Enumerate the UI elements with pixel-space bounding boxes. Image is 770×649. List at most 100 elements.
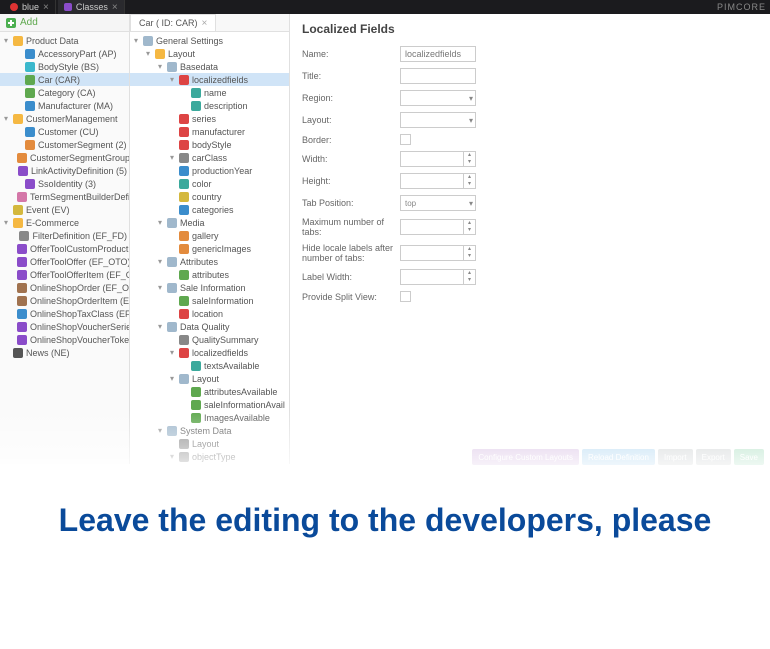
close-icon[interactable]: × xyxy=(202,18,208,29)
tree-row[interactable]: Manufacturer (MA) xyxy=(0,99,129,112)
expander-icon[interactable] xyxy=(168,128,176,136)
expander-icon[interactable] xyxy=(14,128,22,136)
close-icon[interactable]: × xyxy=(112,2,118,13)
expander-icon[interactable]: ▾ xyxy=(156,323,164,331)
expander-icon[interactable]: ▾ xyxy=(168,375,176,383)
expander-icon[interactable]: ▾ xyxy=(132,37,140,45)
region-combo[interactable] xyxy=(400,90,476,106)
tree-row[interactable]: OfferToolCustomProduct (E xyxy=(0,242,129,255)
expander-icon[interactable]: ▾ xyxy=(168,154,176,162)
tree-row[interactable]: attributes xyxy=(130,268,289,281)
tree-row[interactable]: ▾CustomerManagement xyxy=(0,112,129,125)
tree-row[interactable]: OfferToolOffer (EF_OTO) xyxy=(0,255,129,268)
expander-icon[interactable] xyxy=(180,388,188,396)
chevron-up-icon[interactable]: ▴ xyxy=(464,270,475,277)
tree-row[interactable]: Event (EV) xyxy=(0,203,129,216)
expander-icon[interactable]: ▾ xyxy=(2,115,10,123)
expander-icon[interactable] xyxy=(14,102,22,110)
tree-row[interactable]: CustomerSegment (2) xyxy=(0,138,129,151)
import-button[interactable]: Import xyxy=(658,449,693,465)
tree-row[interactable]: name xyxy=(130,86,289,99)
expander-icon[interactable]: ▾ xyxy=(168,453,176,461)
tree-row[interactable]: country xyxy=(130,190,289,203)
tree-row[interactable]: TermSegmentBuilderDefini xyxy=(0,190,129,203)
configure-layouts-button[interactable]: Configure Custom Layouts xyxy=(472,449,579,465)
expander-icon[interactable] xyxy=(2,206,10,214)
name-input[interactable] xyxy=(400,46,476,62)
tree-row[interactable]: productionYear xyxy=(130,164,289,177)
expander-icon[interactable] xyxy=(168,271,176,279)
expander-icon[interactable] xyxy=(168,310,176,318)
tree-row[interactable]: News (NE) xyxy=(0,346,129,359)
tree-row[interactable]: ▾Basedata xyxy=(130,60,289,73)
tree-row[interactable]: ▾Layout xyxy=(130,47,289,60)
expander-icon[interactable] xyxy=(14,63,22,71)
tree-row[interactable]: OnlineShopVoucherToken ( xyxy=(0,333,129,346)
expander-icon[interactable] xyxy=(14,141,22,149)
expander-icon[interactable] xyxy=(14,232,16,240)
tree-row[interactable]: AccessoryPart (AP) xyxy=(0,47,129,60)
tab-blue[interactable]: blue × xyxy=(4,0,56,14)
structure-tree[interactable]: ▾General Settings▾Layout▾Basedata▾locali… xyxy=(130,32,289,464)
reload-button[interactable]: Reload Definition xyxy=(582,449,655,465)
tree-row[interactable]: OfferToolOfferItem (EF_OT xyxy=(0,268,129,281)
expander-icon[interactable] xyxy=(180,401,188,409)
tree-row[interactable]: ▾System Data xyxy=(130,424,289,437)
expander-icon[interactable]: ▾ xyxy=(2,219,10,227)
expander-icon[interactable]: ▾ xyxy=(144,50,152,58)
tree-row[interactable]: description xyxy=(130,99,289,112)
expander-icon[interactable] xyxy=(168,167,176,175)
labelwidth-spinner[interactable]: ▴▾ xyxy=(400,269,476,285)
tree-row[interactable]: saleInformation xyxy=(130,294,289,307)
expander-icon[interactable]: ▾ xyxy=(156,258,164,266)
expander-icon[interactable] xyxy=(168,440,176,448)
chevron-up-icon[interactable]: ▴ xyxy=(464,220,475,227)
chevron-down-icon[interactable]: ▾ xyxy=(464,253,475,260)
tree-row[interactable]: Car (CAR) xyxy=(0,73,129,86)
plus-icon[interactable] xyxy=(6,18,16,28)
expander-icon[interactable] xyxy=(168,206,176,214)
tree-row[interactable]: ImagesAvailable xyxy=(130,411,289,424)
class-tree[interactable]: ▾Product DataAccessoryPart (AP)BodyStyle… xyxy=(0,32,129,361)
expander-icon[interactable] xyxy=(14,50,22,58)
tab-classes[interactable]: Classes × xyxy=(58,0,125,14)
height-spinner[interactable]: ▴▾ xyxy=(400,173,476,189)
tree-row[interactable]: series xyxy=(130,112,289,125)
tree-row[interactable]: bodyStyle xyxy=(130,138,289,151)
expander-icon[interactable]: ▾ xyxy=(156,284,164,292)
chevron-down-icon[interactable]: ▾ xyxy=(464,277,475,284)
tree-row[interactable]: ▾Data Quality xyxy=(130,320,289,333)
chevron-down-icon[interactable]: ▾ xyxy=(464,181,475,188)
tree-row[interactable]: FilterDefinition (EF_FD) xyxy=(0,229,129,242)
tree-row[interactable]: SsoIdentity (3) xyxy=(0,177,129,190)
expander-icon[interactable] xyxy=(168,180,176,188)
tree-row[interactable]: ▾Sale Information xyxy=(130,281,289,294)
tree-row[interactable]: BodyStyle (BS) xyxy=(0,60,129,73)
expander-icon[interactable] xyxy=(180,362,188,370)
title-input[interactable] xyxy=(400,68,476,84)
tree-row[interactable]: urlSlug xyxy=(130,463,289,464)
expander-icon[interactable] xyxy=(168,245,176,253)
expander-icon[interactable] xyxy=(168,193,176,201)
tree-row[interactable]: ▾objectType xyxy=(130,450,289,463)
chevron-up-icon[interactable]: ▴ xyxy=(464,246,475,253)
tree-row[interactable]: gallery xyxy=(130,229,289,242)
tree-row[interactable]: QualitySummary xyxy=(130,333,289,346)
tree-row[interactable]: ▾Media xyxy=(130,216,289,229)
tree-row[interactable]: ▾Attributes xyxy=(130,255,289,268)
tree-row[interactable]: genericImages xyxy=(130,242,289,255)
save-button[interactable]: Save xyxy=(734,449,764,465)
tree-row[interactable]: ▾Product Data xyxy=(0,34,129,47)
tree-row[interactable]: Layout xyxy=(130,437,289,450)
expander-icon[interactable]: ▾ xyxy=(168,349,176,357)
tree-row[interactable]: ▾General Settings xyxy=(130,34,289,47)
width-spinner[interactable]: ▴▾ xyxy=(400,151,476,167)
expander-icon[interactable] xyxy=(168,141,176,149)
tree-row[interactable]: ▾E-Commerce xyxy=(0,216,129,229)
expander-icon[interactable]: ▾ xyxy=(156,63,164,71)
tree-row[interactable]: saleInformationAvail xyxy=(130,398,289,411)
export-button[interactable]: Export xyxy=(696,449,731,465)
expander-icon[interactable]: ▾ xyxy=(156,427,164,435)
expander-icon[interactable]: ▾ xyxy=(156,219,164,227)
expander-icon[interactable] xyxy=(14,76,22,84)
